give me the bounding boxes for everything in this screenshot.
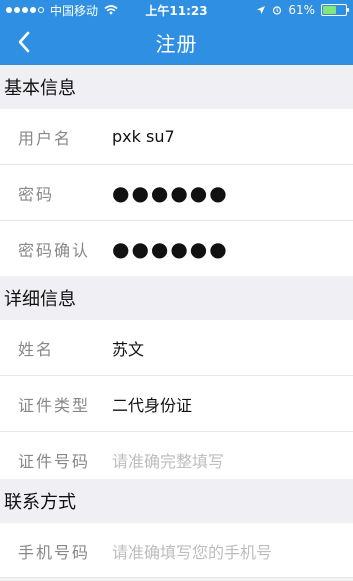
username-input[interactable]: pxk su7 — [112, 127, 175, 146]
phone-row[interactable]: 手机号码 请准确填写您的手机号 — [0, 523, 353, 578]
id-number-label: 证件号码 — [18, 451, 91, 471]
alarm-clock-icon — [273, 6, 282, 15]
phone-input[interactable]: 请准确填写您的手机号 — [112, 539, 272, 563]
chevron-left-icon — [18, 31, 30, 53]
location-arrow-icon — [257, 6, 266, 14]
username-row[interactable]: 用户名 pxk su7 — [0, 109, 353, 164]
password-input[interactable]: ●●●●●● — [112, 181, 229, 205]
id-type-select[interactable]: 二代身份证 — [112, 392, 192, 416]
username-label: 用户名 — [18, 128, 73, 148]
navigation-bar: 注册 — [0, 20, 353, 65]
status-right: 61% — [227, 3, 349, 17]
battery-percent: 61% — [288, 3, 315, 17]
password-label: 密码 — [18, 184, 55, 204]
password-confirm-row[interactable]: 密码确认 ●●●●●● — [0, 221, 353, 276]
password-confirm-label: 密码确认 — [18, 240, 91, 260]
phone-label: 手机号码 — [18, 542, 91, 562]
section-detail-info-header: 详细信息 — [0, 276, 353, 320]
password-row[interactable]: 密码 ●●●●●● — [0, 165, 353, 220]
section-contact-header: 联系方式 — [0, 479, 353, 523]
status-time: 上午11:23 — [145, 3, 208, 18]
id-type-label: 证件类型 — [18, 395, 91, 415]
battery-icon — [321, 4, 349, 16]
name-input[interactable]: 苏文 — [112, 336, 144, 360]
carrier-name: 中国移动 — [50, 3, 99, 18]
name-label: 姓名 — [18, 339, 55, 359]
wifi-icon — [104, 5, 118, 15]
section-basic-info-header: 基本信息 — [0, 65, 353, 109]
status-bar: 中国移动 上午11:23 61% — [0, 0, 353, 20]
id-type-row[interactable]: 证件类型 二代身份证 — [0, 376, 353, 431]
status-left: 中国移动 — [6, 2, 126, 19]
battery-level-fill — [323, 6, 337, 14]
back-button[interactable] — [8, 26, 40, 58]
password-confirm-input[interactable]: ●●●●●● — [112, 237, 229, 261]
name-row[interactable]: 姓名 苏文 — [0, 320, 353, 375]
row-divider — [0, 577, 353, 578]
signal-strength-icon — [6, 7, 44, 13]
page-title: 注册 — [155, 32, 198, 56]
id-number-input[interactable]: 请准确完整填写 — [112, 448, 224, 472]
